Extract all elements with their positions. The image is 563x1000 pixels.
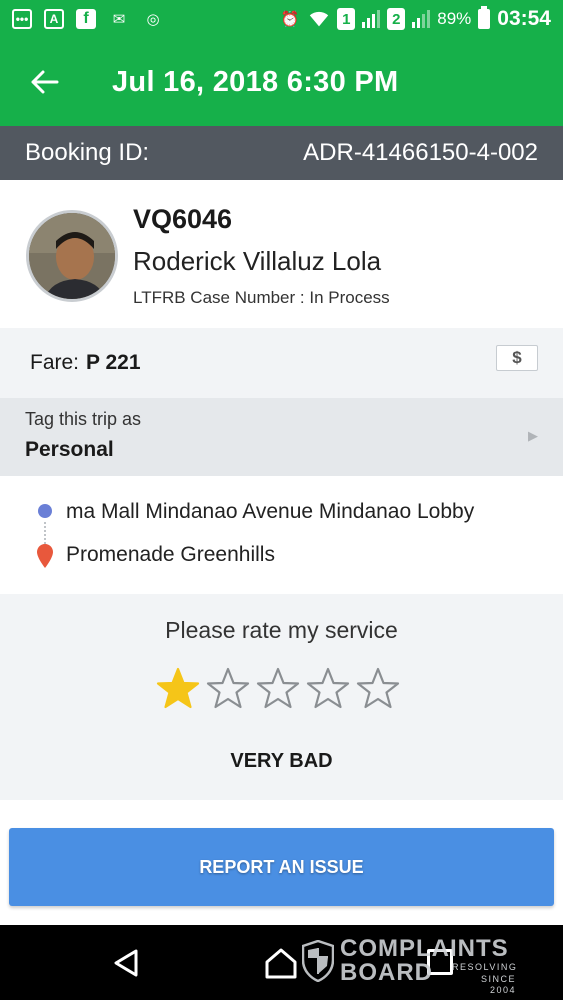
- app-bar: Jul 16, 2018 6:30 PM: [0, 38, 563, 126]
- route-section: ma Mall Mindanao Avenue Mindanao Lobby P…: [0, 476, 563, 594]
- dropoff-address: Promenade Greenhills: [66, 543, 275, 566]
- fare-row: Fare: P 221 $: [0, 328, 563, 398]
- rating-label: VERY BAD: [230, 750, 333, 772]
- ltfrb-case: LTFRB Case Number : In Process: [133, 288, 390, 307]
- booking-id: ADR-41466150-4-002: [303, 139, 538, 166]
- back-button[interactable]: [0, 38, 90, 126]
- nav-home-icon[interactable]: [264, 947, 298, 979]
- driver-name: Roderick Villaluz Lola: [133, 246, 382, 276]
- battery-icon: [478, 6, 491, 29]
- nav-back-icon[interactable]: [110, 947, 142, 979]
- watermark-sub: RESOLVING SINCE 2004: [452, 962, 516, 997]
- sim1-icon: 1: [337, 8, 356, 30]
- chevron-right-icon: ▶: [528, 428, 538, 443]
- rating-title: Please rate my service: [165, 617, 398, 643]
- status-bar: ••• A f ✉ ◎ ⏰ 1 2 89% 03:54: [0, 0, 563, 38]
- sim2-icon: 2: [387, 8, 406, 30]
- battery-percent: 89%: [437, 9, 472, 28]
- star-filled-icon[interactable]: [155, 666, 201, 712]
- page-title: Jul 16, 2018 6:30 PM: [112, 65, 399, 98]
- booking-bar: Booking ID: ADR-41466150-4-002: [0, 126, 563, 180]
- shield-logo-icon: [302, 940, 334, 982]
- star-empty-icon[interactable]: [205, 666, 251, 712]
- driver-avatar: [26, 210, 118, 302]
- driver-card: VQ6046 Roderick Villaluz Lola LTFRB Case…: [0, 180, 563, 328]
- alarm-icon: ⏰: [280, 11, 300, 28]
- signal1-icon: [362, 10, 381, 28]
- arrow-left-icon: [31, 70, 59, 94]
- star-empty-icon[interactable]: [305, 666, 351, 712]
- fare-value: P 221: [86, 351, 141, 374]
- star-rating[interactable]: [155, 666, 401, 712]
- pickup-address: ma Mall Mindanao Avenue Mindanao Lobby: [66, 500, 475, 523]
- signal2-icon: [412, 10, 431, 28]
- fare-label: Fare:: [30, 351, 80, 374]
- wifi-icon: [308, 9, 330, 29]
- route-line: [44, 522, 46, 544]
- storage-icon: A: [44, 9, 64, 29]
- facebook-icon: f: [76, 9, 96, 29]
- tag-trip-row[interactable]: Tag this trip as Personal ▶: [0, 398, 563, 476]
- watermark-sub1: RESOLVING: [452, 962, 518, 972]
- watermark-sub2: SINCE 2004: [480, 973, 516, 996]
- tag-value: Personal: [25, 438, 114, 461]
- watermark-line1: COMPLAINTS: [340, 935, 509, 962]
- eye-wifi-icon: ◎: [146, 11, 160, 28]
- star-empty-icon[interactable]: [255, 666, 301, 712]
- pickup-dot-icon: [38, 504, 52, 518]
- tag-label: Tag this trip as: [25, 409, 142, 429]
- star-empty-icon[interactable]: [355, 666, 401, 712]
- cash-payment-icon: $: [496, 345, 538, 371]
- mail-icon: ✉: [112, 11, 126, 28]
- rating-section: Please rate my service VERY BAD: [0, 594, 563, 800]
- clock: 03:54: [497, 7, 551, 30]
- message-icon: •••: [12, 9, 32, 29]
- vehicle-plate: VQ6046: [133, 204, 233, 234]
- dropoff-pin-icon: [37, 544, 53, 568]
- report-issue-button[interactable]: REPORT AN ISSUE: [9, 828, 554, 906]
- booking-label: Booking ID:: [25, 139, 150, 166]
